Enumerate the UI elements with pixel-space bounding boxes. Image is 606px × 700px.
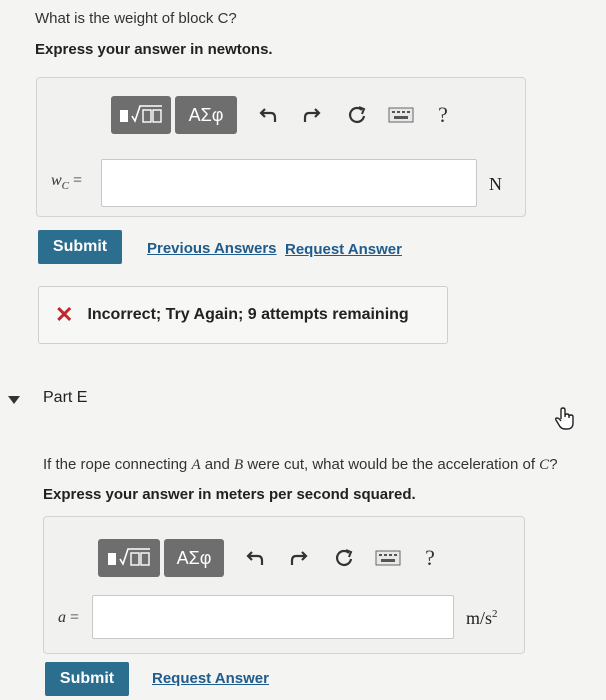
greek-symbols-button[interactable]: ΑΣφ (175, 96, 237, 134)
answer-box-part-e: ΑΣφ ? a = m/s2 (43, 516, 525, 654)
redo-icon[interactable] (284, 544, 312, 572)
question-text-part-e: If the rope connecting A and B were cut,… (43, 456, 558, 473)
acceleration-input[interactable] (92, 595, 454, 639)
greek-symbols-button-part-e[interactable]: ΑΣφ (164, 539, 224, 577)
templates-button[interactable] (111, 96, 171, 134)
variable-label-part-d: wC = (51, 172, 83, 193)
collapse-triangle-icon[interactable] (8, 392, 20, 410)
question-text-part-d: What is the weight of block C? (35, 10, 237, 27)
cursor-hand-icon (552, 405, 578, 436)
undo-icon[interactable] (255, 101, 283, 129)
greek-symbols-icon: ΑΣφ (188, 104, 224, 125)
feedback-message: Incorrect; Try Again; 9 attempts remaini… (87, 306, 409, 323)
help-icon[interactable]: ? (416, 544, 444, 572)
reset-icon[interactable] (330, 544, 358, 572)
math-toolbar-part-d: ΑΣφ ? (111, 96, 457, 134)
keyboard-icon[interactable] (387, 101, 415, 129)
answer-box-part-d: ΑΣφ ? wC = N (36, 77, 526, 217)
undo-icon[interactable] (242, 544, 270, 572)
greek-symbols-icon: ΑΣφ (176, 547, 212, 568)
unit-label-part-e: m/s2 (466, 608, 498, 628)
help-icon[interactable]: ? (429, 101, 457, 129)
submit-button-part-e[interactable]: Submit (45, 662, 129, 696)
unit-label-part-d: N (489, 174, 502, 194)
submit-button-part-d[interactable]: Submit (38, 230, 122, 264)
part-e-header[interactable]: Part E (43, 389, 87, 407)
variable-label-part-e: a = (58, 609, 80, 626)
request-answer-link-part-d[interactable]: Request Answer (285, 241, 402, 258)
incorrect-x-icon: ✕ (55, 302, 74, 327)
feedback-box: ✕ Incorrect; Try Again; 9 attempts remai… (38, 286, 448, 344)
weight-input[interactable] (101, 159, 477, 207)
templates-button-part-e[interactable] (98, 539, 160, 577)
instruction-text-part-e: Express your answer in meters per second… (43, 486, 416, 503)
templates-icon (120, 105, 162, 123)
math-toolbar-part-e: ΑΣφ ? (98, 539, 444, 577)
keyboard-icon[interactable] (374, 544, 402, 572)
instruction-text-part-d: Express your answer in newtons. (35, 41, 273, 58)
redo-icon[interactable] (297, 101, 325, 129)
request-answer-link-part-e[interactable]: Request Answer (152, 670, 269, 687)
templates-icon (108, 548, 150, 566)
previous-answers-link[interactable]: Previous Answers (147, 240, 277, 257)
reset-icon[interactable] (343, 101, 371, 129)
